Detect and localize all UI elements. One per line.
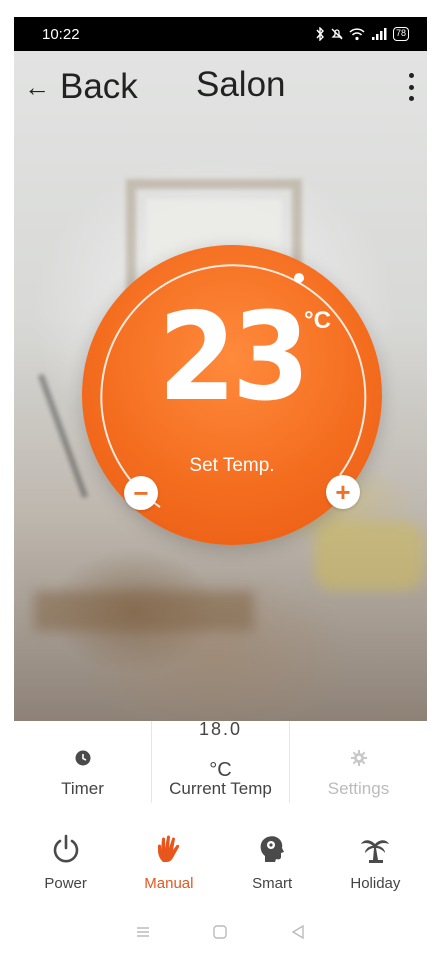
mode-power-label: Power [44,875,87,892]
timer-label: Timer [61,779,104,798]
bluetooth-icon [316,27,324,41]
phone-screen: 10:22 78 ← Back Salon 23 °C Set Temp. − … [0,0,439,954]
palm-tree-icon [361,840,390,863]
system-nav-bar [14,910,427,954]
settings-cell[interactable]: Settings [289,721,427,803]
mode-bar: Power Manual Smart Holiday [14,815,427,903]
mode-manual-label: Manual [144,875,194,892]
wifi-icon [349,28,365,41]
increase-temp-button[interactable]: + [326,475,360,509]
mute-icon [331,28,343,40]
battery-icon: 78 [392,27,409,41]
decrease-temp-button[interactable]: − [124,476,158,510]
menu-icon[interactable] [136,926,150,938]
status-bar: 10:22 78 [14,17,427,51]
status-icons: 78 [315,27,409,41]
gear-icon [350,750,367,766]
background-lamp [37,373,89,499]
back-label: Back [60,67,138,106]
back-arrow-icon: ← [24,72,50,102]
settings-label: Settings [327,779,390,798]
mode-smart[interactable]: Smart [227,815,317,903]
back-triangle-icon[interactable] [291,925,305,939]
set-temp-label: Set Temp. [189,455,275,476]
mode-manual[interactable]: Manual [124,815,214,903]
mode-holiday-label: Holiday [350,875,401,892]
home-icon[interactable] [213,925,228,939]
info-row: Timer 18.0 °C Current Temp Settings [14,719,427,803]
more-options-icon[interactable] [401,69,421,105]
mode-power[interactable]: Power [21,815,111,903]
signal-icon [371,28,387,40]
thermostat-dial[interactable]: 23 °C Set Temp. − + [82,245,382,545]
status-time: 10:22 [42,25,80,43]
page-title: Salon [196,65,286,104]
mode-holiday[interactable]: Holiday [330,815,420,903]
current-temp-label: Current Temp [169,779,272,798]
left-bezel [0,0,14,954]
arc-handle[interactable] [294,273,304,283]
right-bezel [427,0,439,954]
top-navbar: ← Back Salon [14,57,427,117]
current-temp-value: 18.0 [198,719,243,739]
set-temperature-value: 23 [158,287,310,429]
timer-cell[interactable]: Timer [14,721,151,803]
mode-smart-label: Smart [252,875,293,892]
hand-icon [157,835,180,862]
background-table [34,591,254,631]
clock-icon [75,750,90,766]
current-temp-cell: 18.0 °C Current Temp [151,719,289,803]
room-background: ← Back Salon 23 °C Set Temp. − + [14,51,427,721]
power-icon [53,834,78,863]
temperature-unit: °C [304,307,331,334]
back-button[interactable]: ← Back [14,67,138,107]
brain-head-icon [260,836,285,862]
